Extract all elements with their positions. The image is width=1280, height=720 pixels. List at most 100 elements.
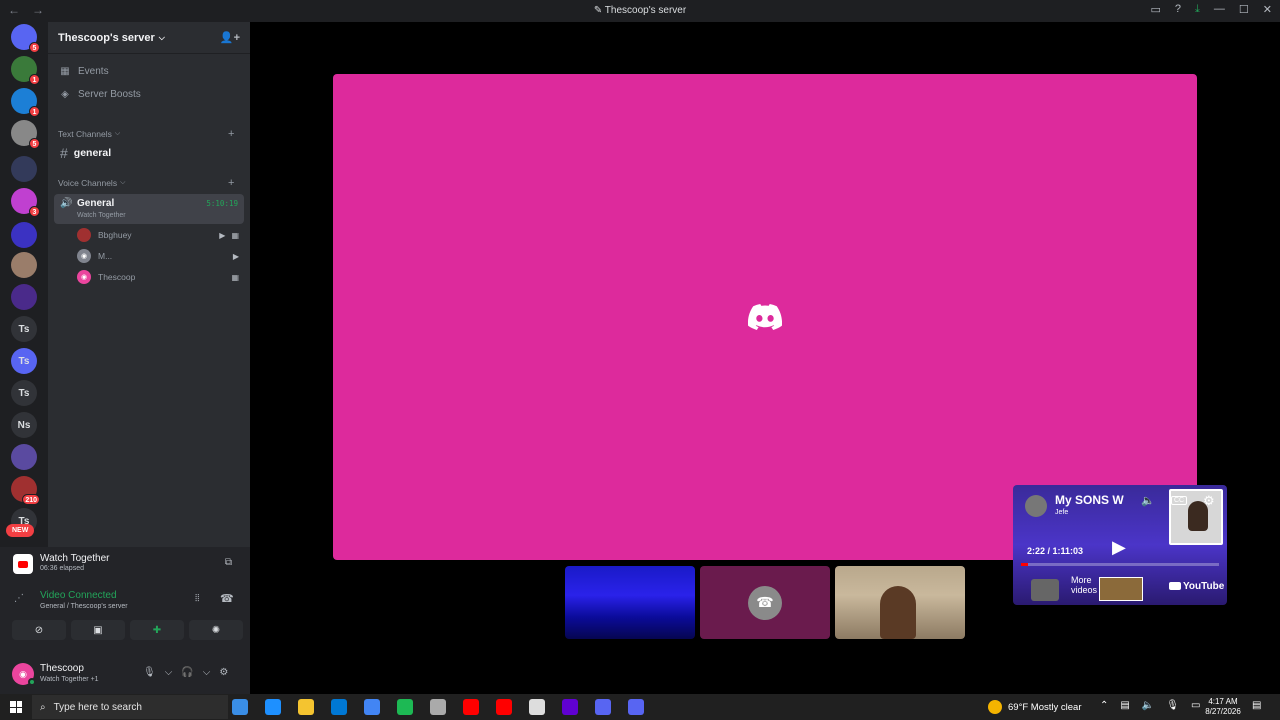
activity-tile[interactable]: ☎ (700, 566, 830, 639)
server-boosts-item[interactable]: ◈ Server Boosts (58, 89, 141, 100)
taskbar-app-icon[interactable] (463, 699, 479, 715)
video-tile[interactable] (835, 566, 965, 639)
server-icon-server-ts-1[interactable]: Ts (11, 316, 37, 342)
voice-member[interactable]: Bbghuey ▶ ▦ (77, 226, 239, 244)
server-icon-server-8[interactable] (11, 284, 37, 310)
activity-button[interactable]: ✚ (130, 620, 184, 640)
disconnect-icon[interactable]: ☎ (220, 592, 234, 605)
network-icon[interactable]: ▤ (1120, 700, 1129, 711)
server-icon-server-ns[interactable]: Ns (11, 412, 37, 438)
chevron-up-icon[interactable]: ⌃ (1100, 700, 1108, 711)
taskbar-clock[interactable]: 4:17 AM 8/27/2026 (1198, 697, 1248, 717)
server-icon-server-7[interactable] (11, 252, 37, 278)
server-icon-server-6[interactable] (11, 222, 37, 248)
user-controls: 🎙 ⌵ 🎧 ⌵ ⚙ (143, 667, 228, 678)
search-icon: ⌕ (40, 701, 46, 713)
server-icon-server-ts-3[interactable]: Ts (11, 380, 37, 406)
captions-button[interactable]: CC (1171, 496, 1188, 505)
youtube-logo[interactable]: YouTube (1169, 581, 1224, 592)
events-label: Events (78, 66, 109, 77)
server-icon-server-ts-2[interactable]: Ts (11, 348, 37, 374)
taskbar-app-icon[interactable] (364, 699, 380, 715)
download-icon[interactable]: ⤓ (1195, 3, 1200, 16)
volume-icon[interactable]: 🔈 (1142, 700, 1154, 711)
category-text-channels[interactable]: Text Channels ⌵ + (58, 128, 234, 140)
events-item[interactable]: ▦ Events (58, 66, 109, 77)
server-icon-server-3[interactable]: 5 (11, 120, 40, 149)
member-name: Bbghuey (98, 230, 132, 240)
voice-member[interactable]: ◉ M... ▶ (77, 247, 239, 265)
taskbar-app-icon[interactable] (397, 699, 413, 715)
mic-icon[interactable]: 🎙 (1166, 700, 1179, 711)
voice-channel-general[interactable]: 🔊 General Watch Together 5:10:19 (54, 194, 244, 224)
avatar: ◉ (77, 249, 91, 263)
server-icon-server-5[interactable]: 3 (11, 188, 40, 217)
notification-icon[interactable]: ▤ (1252, 700, 1261, 711)
watch-together-player[interactable]: My SONS W Jefe 🔈 CC ⚙ 2:22 / 1:11:03 ▶ M… (1013, 485, 1227, 605)
forward-arrow-icon[interactable]: → (32, 3, 44, 17)
microphone-icon[interactable]: 🎙 (143, 667, 156, 678)
help-icon[interactable]: ? (1175, 3, 1181, 16)
play-icon[interactable]: ▶ (1112, 537, 1126, 558)
settings-gear-icon[interactable]: ⚙ (219, 667, 228, 678)
progress-bar[interactable] (1021, 563, 1219, 566)
windows-start-icon[interactable] (10, 701, 22, 713)
server-icon-discord-home[interactable]: 5 (11, 24, 40, 53)
popout-icon[interactable]: ⧉ (225, 557, 232, 568)
settings-gear-icon[interactable]: ⚙ (1203, 493, 1215, 509)
voice-status[interactable]: Video Connected (40, 590, 117, 601)
category-voice-channels[interactable]: Voice Channels ⌵ + (58, 177, 234, 189)
server-header[interactable]: Thescoop's server ⌵ 👤+ (48, 22, 250, 54)
inbox-icon[interactable]: ▭ (1151, 3, 1161, 16)
activity-card[interactable]: Watch Together 06:36 elapsed ⧉ (6, 549, 242, 579)
server-icon-server-9[interactable] (11, 444, 37, 470)
chevron-down-icon[interactable]: ⌵ (203, 667, 211, 678)
server-icon-server-2[interactable]: 1 (11, 88, 40, 117)
create-voice-channel-icon[interactable]: + (228, 177, 234, 189)
taskbar-app-icon[interactable] (331, 699, 347, 715)
noise-suppression-icon[interactable]: ⦙⦙ (195, 593, 199, 604)
close-button[interactable]: ✕ (1263, 3, 1272, 16)
channel-general[interactable]: # general (54, 143, 244, 163)
more-videos-label[interactable]: More videos (1071, 575, 1097, 595)
volume-icon[interactable]: 🔈 (1141, 494, 1155, 507)
video-tile[interactable] (565, 566, 695, 639)
more-videos-thumbs[interactable] (1099, 577, 1143, 601)
back-arrow-icon[interactable]: ← (8, 3, 20, 17)
taskbar-app-icon[interactable] (496, 699, 512, 715)
channel-name[interactable]: Jefe (1055, 509, 1068, 516)
avatar: ◉ (77, 270, 91, 284)
taskbar-app-icon[interactable] (232, 699, 248, 715)
maximize-button[interactable]: ☐ (1239, 3, 1249, 16)
chevron-down-icon[interactable]: ⌵ (165, 667, 173, 678)
headphones-icon[interactable]: 🎧 (181, 667, 193, 678)
invite-people-icon[interactable]: 👤+ (220, 31, 240, 44)
weather-widget[interactable]: 69°F Mostly clear (988, 700, 1082, 714)
screen-share-button[interactable]: ▣ (71, 620, 125, 640)
related-video-thumb[interactable] (1031, 579, 1059, 601)
boost-icon: ◈ (61, 89, 69, 100)
username[interactable]: Thescoop (40, 663, 84, 674)
taskbar-app-icon[interactable] (298, 699, 314, 715)
server-icon-server-1[interactable]: 1 (11, 56, 40, 85)
voice-member[interactable]: ◉ Thescoop ▦ (77, 268, 239, 286)
taskbar-app-icon[interactable] (595, 699, 611, 715)
taskbar-app-icon[interactable] (628, 699, 644, 715)
participant-video (880, 586, 916, 639)
video-title[interactable]: My SONS W (1055, 493, 1137, 507)
taskbar-search[interactable]: ⌕ Type here to search (32, 695, 228, 719)
taskbar-app-icon[interactable] (562, 699, 578, 715)
window-controls: ▭ ? ⤓ — ☐ ✕ (1151, 3, 1273, 16)
channel-avatar[interactable] (1025, 495, 1047, 517)
server-icon-server-4[interactable] (11, 156, 37, 182)
taskbar-app-icon[interactable] (430, 699, 446, 715)
taskbar-app-icon[interactable] (265, 699, 281, 715)
member-name: Thescoop (98, 272, 136, 282)
taskbar-app-icon[interactable] (529, 699, 545, 715)
camera-off-button[interactable]: ⊘ (12, 620, 66, 640)
server-icon-server-10[interactable]: 210 (11, 476, 40, 505)
voice-location[interactable]: General / Thescoop's server (40, 603, 128, 610)
minimize-button[interactable]: — (1214, 3, 1225, 16)
create-channel-icon[interactable]: + (228, 128, 234, 140)
soundboard-button[interactable]: ✺ (189, 620, 243, 640)
